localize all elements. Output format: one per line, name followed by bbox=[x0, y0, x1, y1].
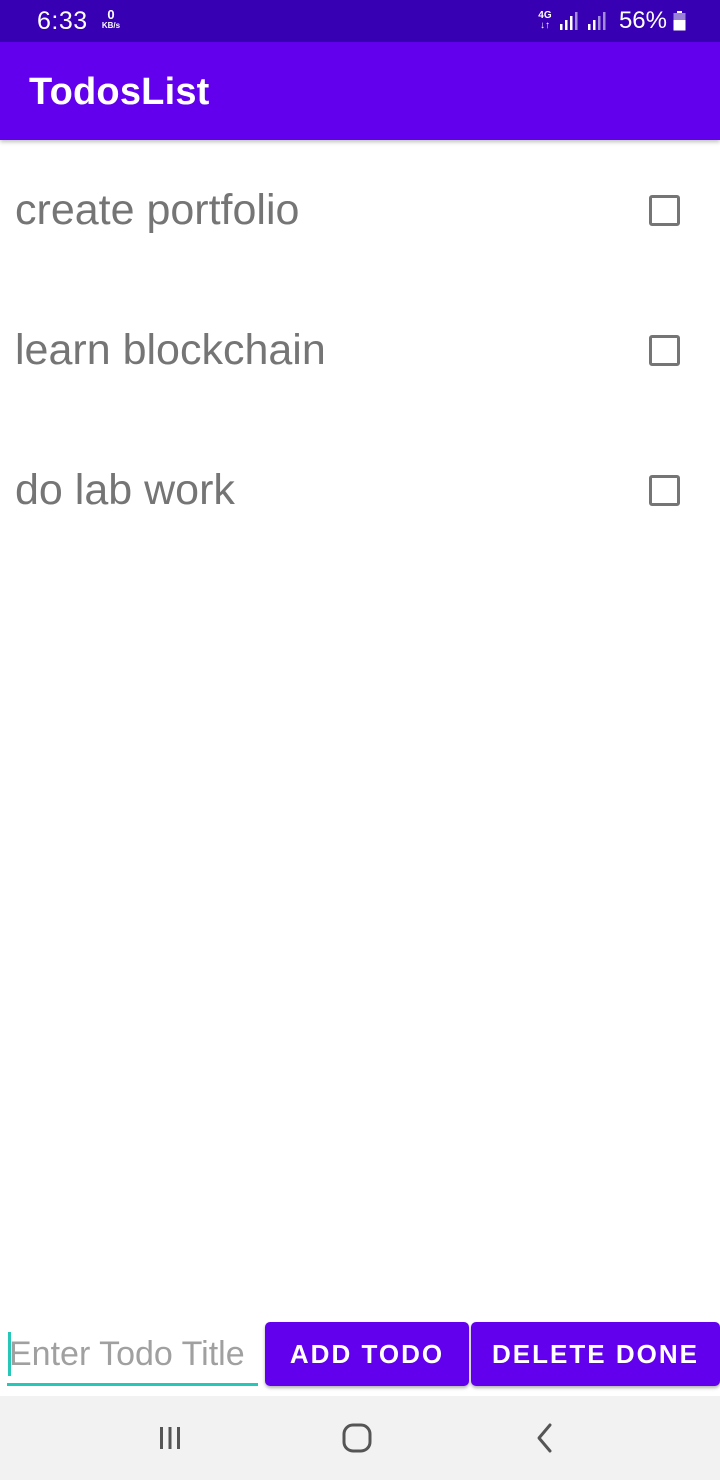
network-type: 4G ↓↑ bbox=[537, 11, 553, 31]
status-bar: 6:33 0 KB/s 4G ↓↑ 56% bbox=[0, 0, 720, 42]
delete-done-button[interactable]: DELETE DONE bbox=[471, 1322, 720, 1386]
network-speed: 0 KB/s bbox=[98, 8, 124, 30]
todo-title-input[interactable] bbox=[7, 1326, 258, 1383]
todo-checkbox[interactable] bbox=[649, 475, 680, 506]
network-speed-value: 0 bbox=[107, 7, 115, 22]
recents-icon bbox=[160, 1427, 180, 1449]
app-title: TodosList bbox=[29, 71, 210, 113]
status-indicators: 4G ↓↑ 56% bbox=[537, 6, 686, 36]
todo-item: create portfolio bbox=[0, 140, 720, 280]
system-nav-bar bbox=[0, 1396, 720, 1480]
todo-title: learn blockchain bbox=[15, 326, 326, 374]
add-todo-bar: ADD TODO DELETE DONE bbox=[0, 1316, 720, 1396]
todo-checkbox[interactable] bbox=[649, 195, 680, 226]
todo-item: do lab work bbox=[0, 420, 720, 560]
home-button[interactable] bbox=[337, 1418, 377, 1458]
back-icon bbox=[537, 1423, 552, 1453]
home-icon bbox=[342, 1423, 372, 1453]
status-time: 6:33 bbox=[37, 7, 88, 35]
signal-icon bbox=[559, 12, 578, 30]
todo-item: learn blockchain bbox=[0, 280, 720, 420]
back-button[interactable] bbox=[525, 1418, 565, 1458]
network-speed-unit: KB/s bbox=[101, 21, 121, 30]
todo-title: create portfolio bbox=[15, 186, 300, 234]
data-arrows-icon: ↓↑ bbox=[539, 20, 550, 31]
add-todo-button[interactable]: ADD TODO bbox=[265, 1322, 469, 1386]
battery-icon bbox=[673, 11, 686, 31]
todo-title-field bbox=[7, 1326, 258, 1386]
todo-list: create portfolio learn blockchain do lab… bbox=[0, 140, 720, 560]
todo-title: do lab work bbox=[15, 466, 235, 514]
recents-button[interactable] bbox=[150, 1418, 190, 1458]
app-bar: TodosList bbox=[0, 42, 720, 140]
todo-checkbox[interactable] bbox=[649, 335, 680, 366]
battery-percent: 56% bbox=[618, 7, 667, 34]
signal-icon bbox=[587, 12, 606, 30]
